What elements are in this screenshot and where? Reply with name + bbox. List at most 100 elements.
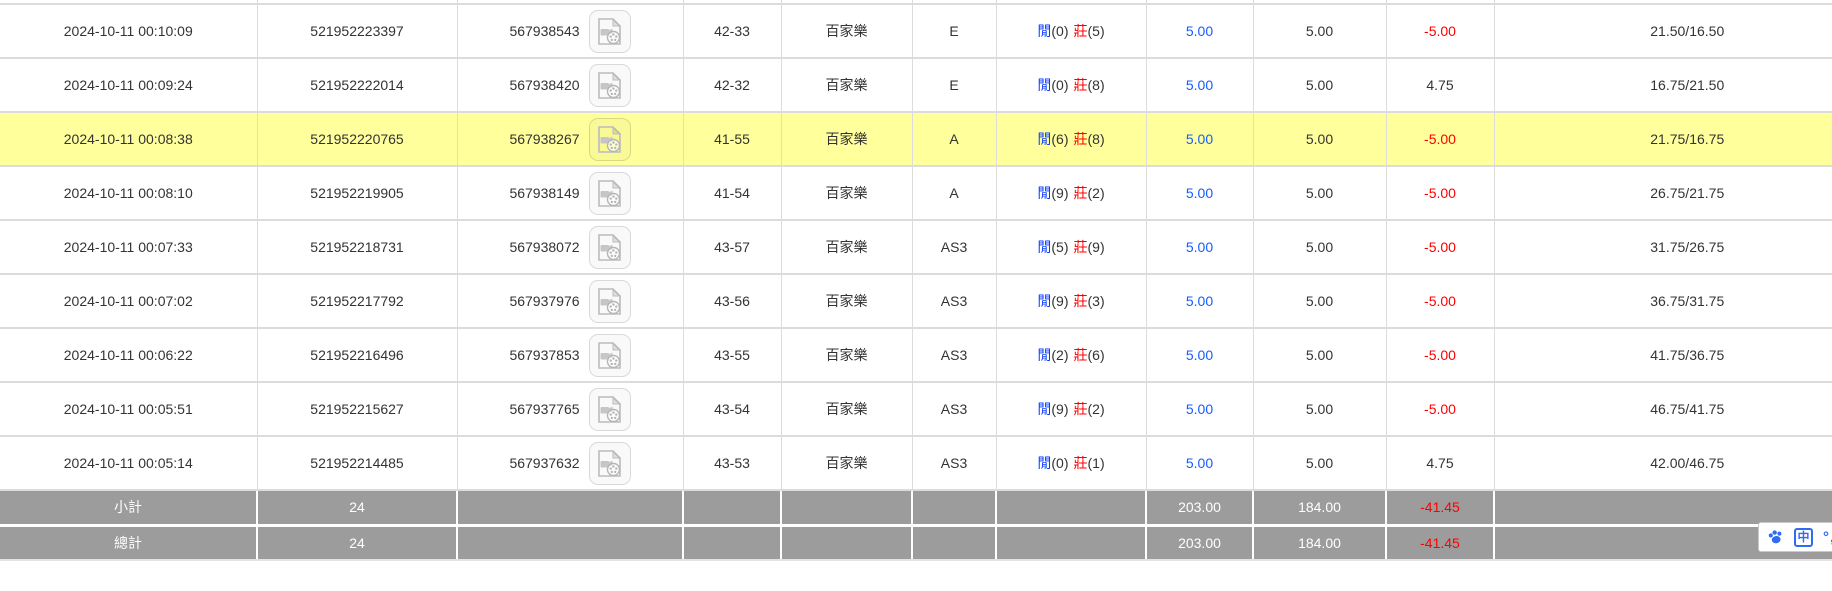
bet-amount[interactable]: 5.00	[1145, 57, 1254, 113]
video-replay-button[interactable]	[588, 117, 631, 161]
player-score: (6)	[1051, 131, 1069, 147]
player-label: 閒	[1037, 347, 1052, 363]
game-type: 百家樂	[780, 3, 913, 59]
bet-amount[interactable]: 5.00	[1145, 381, 1254, 437]
bet-amount-link[interactable]: 5.00	[1186, 455, 1213, 471]
game-id-cell: 567938267	[456, 111, 684, 167]
video-replay-button[interactable]	[588, 171, 631, 215]
banker-score: (8)	[1087, 131, 1105, 147]
valid-amount: 5.00	[1252, 165, 1387, 221]
player-score: (0)	[1051, 77, 1069, 93]
subtotal-bet: 203.00	[1145, 489, 1254, 525]
table-code: AS3	[911, 327, 997, 383]
bet-amount-link[interactable]: 5.00	[1186, 239, 1213, 255]
game-id-cell: 567937976	[456, 273, 684, 329]
bet-amount-link[interactable]: 5.00	[1186, 23, 1213, 39]
bet-amount[interactable]: 5.00	[1145, 273, 1254, 329]
banker-label: 莊	[1073, 23, 1088, 39]
bet-id: 521952220765	[256, 111, 458, 167]
result: 閒(6) 莊(8)	[995, 111, 1147, 167]
result: 閒(0) 莊(5)	[995, 3, 1147, 59]
bet-id: 521952217792	[256, 273, 458, 329]
result: 閒(0) 莊(1)	[995, 435, 1147, 491]
translate-widget[interactable]: 中 °,	[1758, 522, 1832, 552]
game-id: 567938072	[509, 239, 580, 255]
bet-id: 521952223397	[256, 3, 458, 59]
video-replay-button[interactable]	[588, 387, 631, 431]
video-film-icon	[598, 233, 622, 261]
player-score: (9)	[1051, 185, 1069, 201]
round: 41-54	[682, 165, 782, 221]
video-film-icon	[598, 395, 622, 423]
valid-amount: 5.00	[1252, 327, 1387, 383]
bet-amount-link[interactable]: 5.00	[1186, 131, 1213, 147]
table-row[interactable]: 2024-10-11 00:07:33 521952218731 5679380…	[0, 219, 1832, 275]
bet-amount[interactable]: 5.00	[1145, 219, 1254, 275]
bet-amount[interactable]: 5.00	[1145, 435, 1254, 491]
bet-id: 521952222014	[256, 57, 458, 113]
player-score: (9)	[1051, 401, 1069, 417]
table-row[interactable]: 2024-10-11 00:07:02 521952217792 5679379…	[0, 273, 1832, 329]
clipped-icon[interactable]: °,	[1823, 529, 1832, 546]
subtotal-label: 小計	[0, 489, 258, 525]
video-replay-button[interactable]	[588, 279, 631, 323]
banker-score: (6)	[1087, 347, 1105, 363]
win-loss: 4.75	[1385, 57, 1495, 113]
table-row[interactable]: 2024-10-11 00:10:09 521952223397 5679385…	[0, 3, 1832, 59]
bet-amount-link[interactable]: 5.00	[1186, 77, 1213, 93]
table-row-highlighted[interactable]: 2024-10-11 00:08:38 521952220765 5679382…	[0, 111, 1832, 167]
game-id-cell: 567937765	[456, 381, 684, 437]
paw-icon[interactable]	[1767, 529, 1784, 545]
table-code: AS3	[911, 273, 997, 329]
game-id-cell: 567938420	[456, 57, 684, 113]
table-row[interactable]: 2024-10-11 00:08:10 521952219905 5679381…	[0, 165, 1832, 221]
player-label: 閒	[1037, 401, 1052, 417]
total-win-loss: -41.45	[1385, 523, 1495, 561]
bet-time: 2024-10-11 00:07:33	[0, 219, 258, 275]
video-film-icon	[598, 71, 622, 99]
banker-score: (2)	[1087, 401, 1105, 417]
player-label: 閒	[1037, 293, 1052, 309]
video-replay-button[interactable]	[588, 225, 631, 269]
round: 41-55	[682, 111, 782, 167]
banker-score: (8)	[1087, 77, 1105, 93]
player-label: 閒	[1037, 185, 1052, 201]
table-code: AS3	[911, 435, 997, 491]
game-id-cell: 567938543	[456, 3, 684, 59]
table-code: E	[911, 57, 997, 113]
balance: 16.75/21.50	[1493, 57, 1832, 113]
bet-amount-link[interactable]: 5.00	[1186, 401, 1213, 417]
table-code: AS3	[911, 219, 997, 275]
table-row[interactable]: 2024-10-11 00:09:24 521952222014 5679384…	[0, 57, 1832, 113]
bet-time: 2024-10-11 00:10:09	[0, 3, 258, 59]
banker-label: 莊	[1073, 455, 1088, 471]
bet-id: 521952219905	[256, 165, 458, 221]
video-replay-button[interactable]	[588, 441, 631, 485]
result: 閒(5) 莊(9)	[995, 219, 1147, 275]
subtotal-count: 24	[256, 489, 458, 525]
chinese-lang-icon[interactable]: 中	[1794, 527, 1813, 547]
valid-amount: 5.00	[1252, 219, 1387, 275]
bet-amount[interactable]: 5.00	[1145, 111, 1254, 167]
table-row[interactable]: 2024-10-11 00:06:22 521952216496 5679378…	[0, 327, 1832, 383]
bet-amount[interactable]: 5.00	[1145, 327, 1254, 383]
bet-amount-link[interactable]: 5.00	[1186, 293, 1213, 309]
balance: 26.75/21.75	[1493, 165, 1832, 221]
video-replay-button[interactable]	[588, 333, 631, 377]
bet-amount[interactable]: 5.00	[1145, 3, 1254, 59]
video-replay-button[interactable]	[588, 9, 631, 53]
total-valid: 184.00	[1252, 523, 1387, 561]
win-loss: -5.00	[1385, 219, 1495, 275]
bet-history-page: 2024-10-11 00:10:09 521952223397 5679385…	[0, 0, 1832, 591]
bet-amount[interactable]: 5.00	[1145, 165, 1254, 221]
result: 閒(2) 莊(6)	[995, 327, 1147, 383]
bet-amount-link[interactable]: 5.00	[1186, 185, 1213, 201]
video-replay-button[interactable]	[588, 63, 631, 107]
player-score: (0)	[1051, 455, 1069, 471]
bet-amount-link[interactable]: 5.00	[1186, 347, 1213, 363]
table-row[interactable]: 2024-10-11 00:05:51 521952215627 5679377…	[0, 381, 1832, 437]
banker-score: (9)	[1087, 239, 1105, 255]
table-code: E	[911, 3, 997, 59]
banker-score: (5)	[1087, 23, 1105, 39]
table-row[interactable]: 2024-10-11 00:05:14 521952214485 5679376…	[0, 435, 1832, 491]
